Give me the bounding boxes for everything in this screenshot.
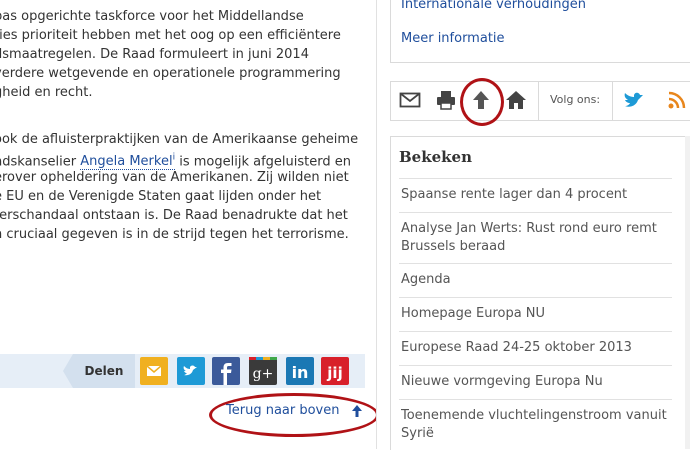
- bekeken-item[interactable]: Spaanse rente lager dan 4 procent: [401, 186, 671, 204]
- bekeken-item[interactable]: Analyse Jan Werts: Rust rond euro remt B…: [401, 220, 671, 256]
- article-line: verdere wetgevende en operationele progr…: [0, 66, 341, 81]
- sidebar-link-internationale-verhoudingen[interactable]: Internationale verhoudingen: [401, 0, 586, 12]
- highlight-ring-back-to-top: [209, 393, 377, 437]
- bekeken-item[interactable]: Agenda: [401, 271, 671, 289]
- toolbar-separator: [538, 81, 539, 120]
- highlight-ring-scroll-top: [460, 78, 504, 126]
- bekeken-divider: [399, 297, 672, 298]
- bekeken-item[interactable]: Europese Raad 24-25 oktober 2013: [401, 339, 671, 357]
- google-plus-icon: g+: [249, 357, 277, 382]
- bekeken-divider: [399, 331, 672, 332]
- linkedin-icon: in: [292, 363, 309, 382]
- share-linkedin-button[interactable]: in: [286, 357, 314, 385]
- bekeken-box: [390, 136, 690, 450]
- bekeken-divider: [399, 178, 672, 179]
- article-line: dsmaatregelen. De Raad formuleert in jun…: [0, 47, 309, 62]
- article-line: ook de afluisterpraktijken van de Amerik…: [0, 132, 359, 147]
- bekeken-divider: [399, 212, 672, 213]
- article-line: ndskanselier Angela Merkeli is mogelijk …: [0, 149, 358, 171]
- follow-label: Volg ons:: [550, 93, 601, 106]
- svg-text:in: in: [292, 363, 309, 382]
- rss-icon[interactable]: [667, 90, 687, 110]
- share-nujij-button[interactable]: jij: [321, 357, 349, 385]
- article-line: ties prioriteit hebben met het oog op ee…: [0, 28, 341, 43]
- toolbar-separator: [612, 81, 613, 120]
- home-icon[interactable]: [505, 90, 527, 110]
- share-email-button[interactable]: [140, 357, 168, 385]
- article-line: gheid en recht.: [0, 85, 93, 100]
- bekeken-item[interactable]: Nieuwe vormgeving Europa Nu: [401, 373, 671, 391]
- article-paragraph-1: pas opgerichte taskforce voor het Middel…: [0, 7, 341, 102]
- share-label-arrow: [63, 354, 73, 388]
- scrollbar[interactable]: [685, 136, 690, 449]
- bekeken-title: Bekeken: [399, 148, 473, 166]
- bekeken-divider: [399, 399, 672, 400]
- share-facebook-button[interactable]: [212, 357, 240, 385]
- print-icon[interactable]: [435, 89, 457, 111]
- twitter-icon: [183, 365, 197, 376]
- column-divider: [376, 0, 377, 449]
- article-line: pas opgerichte taskforce voor het Middel…: [0, 9, 304, 24]
- share-twitter-button[interactable]: [177, 357, 205, 385]
- bekeken-item[interactable]: Homepage Europa NU: [401, 305, 671, 323]
- share-google-plus-button[interactable]: g+: [249, 357, 277, 385]
- facebook-icon: [221, 363, 232, 385]
- email-icon[interactable]: [399, 91, 421, 109]
- article-line: n cruciaal gegeven is in de strijd tegen…: [0, 227, 349, 242]
- svg-text:g+: g+: [253, 366, 274, 382]
- article-paragraph-2: ook de afluisterpraktijken van de Amerik…: [0, 130, 358, 244]
- envelope-icon: [146, 365, 162, 376]
- twitter-icon[interactable]: [624, 90, 646, 110]
- svg-text:jij: jij: [326, 364, 342, 382]
- nujij-icon: jij: [326, 364, 342, 382]
- share-label: Delen: [73, 354, 135, 388]
- article-line: terschandaal ontstaan is. De Raad benadr…: [0, 208, 348, 223]
- article-line: erover opheldering van de Amerikanen. Zi…: [0, 170, 349, 185]
- bekeken-divider: [399, 263, 672, 264]
- bekeken-item[interactable]: Toenemende vluchtelingenstroom vanuit Sy…: [401, 407, 671, 449]
- bekeken-divider: [399, 365, 672, 366]
- sidebar-link-meer-informatie[interactable]: Meer informatie: [401, 31, 505, 46]
- article-column: pas opgerichte taskforce voor het Middel…: [0, 0, 377, 449]
- article-line: e EU en de Verenigde Staten gaat lijden …: [0, 189, 322, 204]
